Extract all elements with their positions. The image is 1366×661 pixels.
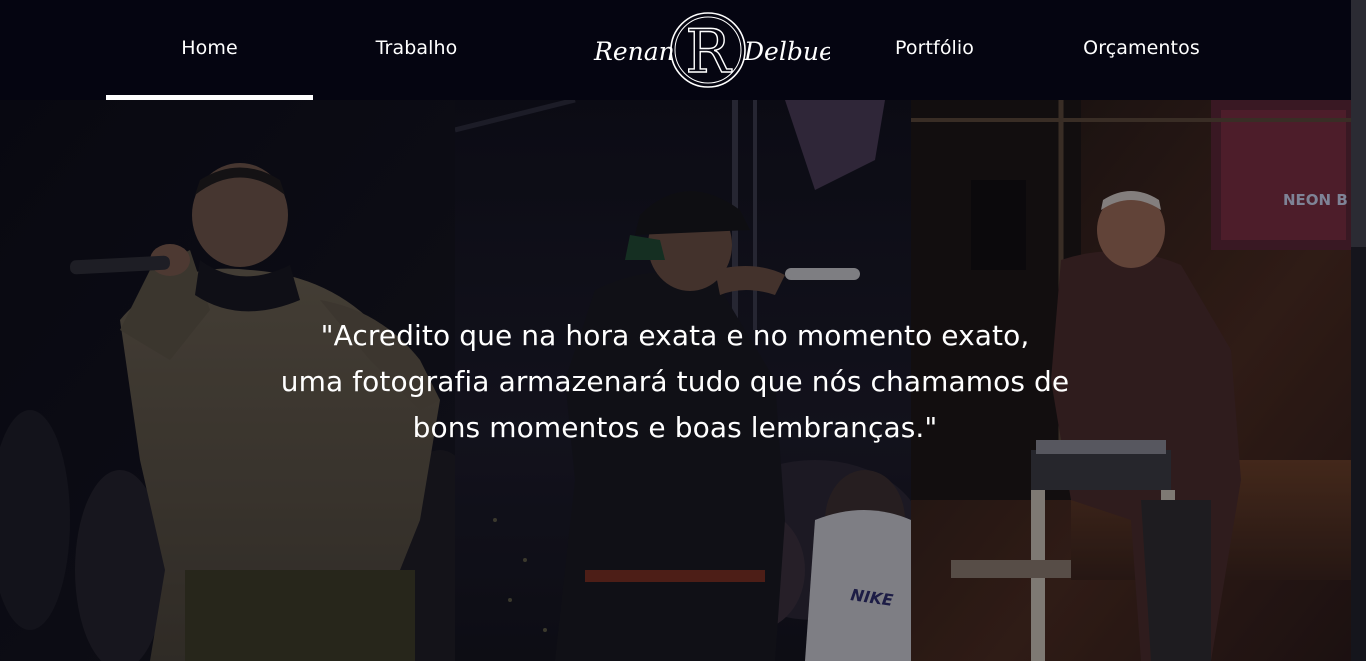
page: Home Trabalho R Renan Delbue Portfólio O… (0, 0, 1366, 661)
scrollbar-thumb[interactable] (1351, 0, 1366, 247)
nav-home-link[interactable]: Home (106, 0, 313, 100)
nav-trabalho-link[interactable]: Trabalho (313, 0, 520, 100)
nav-trabalho-label: Trabalho (375, 37, 458, 59)
page-scrollbar[interactable] (1351, 0, 1366, 661)
nav-home-label: Home (181, 37, 238, 59)
quote-line-2: uma fotografia armazenará tudo que nós c… (280, 365, 1070, 398)
renan-delbue-logo: R Renan Delbue (593, 12, 830, 88)
logo-initial: R (685, 17, 732, 87)
hero-section: NIKE NEON B "Acredito que na hora exata … (0, 100, 1366, 661)
quote-line-1: "Acredito que na hora exata e no momento… (320, 319, 1030, 352)
nav-orcamentos-label: Orçamentos (1083, 37, 1200, 59)
quote-line-3: bons momentos e boas lembranças." (412, 411, 938, 444)
logo-last-name: Delbue (743, 37, 830, 66)
hero-quote: "Acredito que na hora exata e no momento… (175, 313, 1175, 451)
nav-portfolio-link[interactable]: Portfólio (831, 0, 1038, 100)
nav-portfolio-label: Portfólio (894, 37, 975, 59)
logo-first-name: Renan (593, 37, 675, 66)
logo-link[interactable]: R Renan Delbue (588, 8, 830, 92)
nav-orcamentos-link[interactable]: Orçamentos (1038, 0, 1245, 100)
navbar: Home Trabalho R Renan Delbue Portfólio O… (0, 0, 1366, 100)
